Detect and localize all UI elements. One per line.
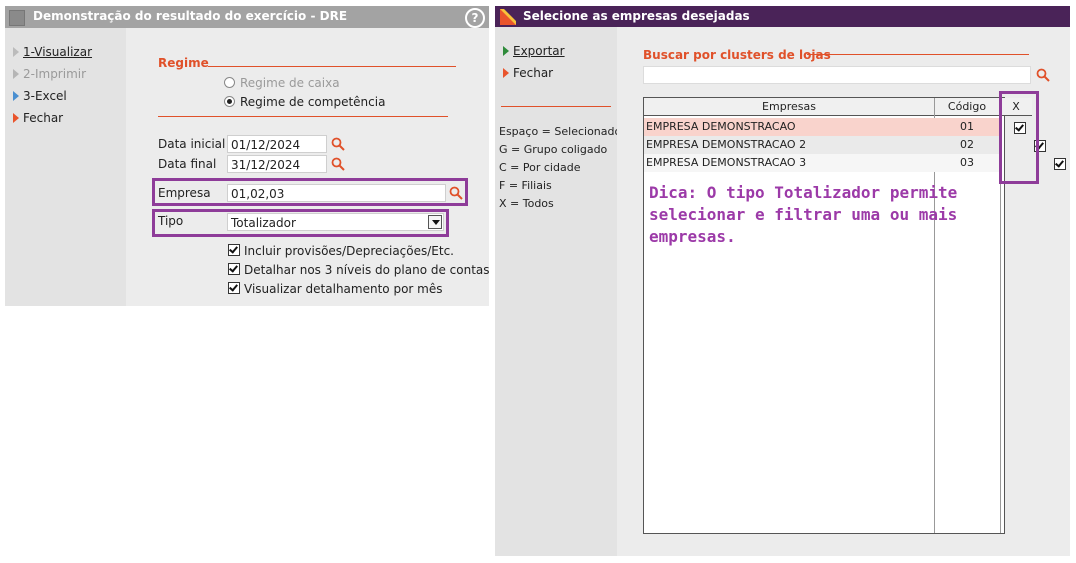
- empresas-window: Selecione as empresas desejadas Exportar…: [495, 6, 1070, 556]
- menu-imprimir[interactable]: 2-Imprimir: [13, 67, 86, 81]
- radio-icon: [224, 96, 235, 107]
- app-icon: [9, 10, 25, 26]
- tipo-select[interactable]: Totalizador: [227, 213, 444, 231]
- menu-visualizar[interactable]: 1-Visualizar: [13, 45, 92, 59]
- column-header-empresas[interactable]: Empresas: [644, 98, 934, 116]
- data-inicial-input[interactable]: 01/12/2024: [227, 135, 327, 153]
- x-column-highlight: [999, 91, 1039, 184]
- radio-regime-caixa[interactable]: Regime de caixa: [224, 76, 340, 90]
- help-icon[interactable]: ?: [465, 8, 485, 28]
- radio-icon: [224, 77, 235, 88]
- cluster-search-input[interactable]: [643, 66, 1031, 84]
- menu-excel[interactable]: 3-Excel: [13, 89, 67, 103]
- legend-item: C = Por cidade: [499, 161, 581, 174]
- data-inicial-label: Data inicial: [158, 137, 226, 151]
- sidebar-menu: Exportar Fechar Espaço = Selecionado G =…: [495, 27, 621, 556]
- checkbox-icon: [228, 244, 240, 256]
- divider: [807, 54, 1029, 55]
- dre-window: Demonstração do resultado do exercício -…: [5, 6, 490, 306]
- legend-item: Espaço = Selecionado: [499, 125, 622, 138]
- empresas-table: Empresas Código X EMPRESA DEMONSTRACAO 0…: [643, 97, 1066, 534]
- arrow-icon: [13, 69, 19, 79]
- empresa-cell: EMPRESA DEMONSTRACAO 2: [646, 138, 807, 151]
- table-row[interactable]: EMPRESA DEMONSTRACAO 3 03: [644, 154, 1000, 172]
- arrow-icon: [503, 46, 509, 56]
- column-header-codigo[interactable]: Código: [934, 98, 1000, 116]
- radio-regime-competencia[interactable]: Regime de competência: [224, 95, 385, 109]
- empresa-cell: EMPRESA DEMONSTRACAO 3: [646, 156, 807, 169]
- search-icon[interactable]: [448, 185, 464, 201]
- empresa-cell: EMPRESA DEMONSTRACAO: [646, 120, 796, 133]
- tip-text: Dica: O tipo Totalizador permite selecio…: [649, 183, 958, 246]
- arrow-icon: [13, 113, 19, 123]
- codigo-cell: 03: [960, 156, 974, 169]
- codigo-cell: 01: [960, 120, 974, 133]
- checkbox-icon: [228, 282, 240, 294]
- tipo-label: Tipo: [158, 214, 184, 228]
- divider: [158, 116, 448, 117]
- menu-exportar[interactable]: Exportar: [503, 44, 565, 58]
- data-final-input[interactable]: 31/12/2024: [227, 155, 327, 173]
- arrow-icon: [503, 68, 509, 78]
- search-icon[interactable]: [330, 136, 346, 152]
- checkbox-provisoes[interactable]: Incluir provisões/Depreciações/Etc.: [228, 244, 454, 258]
- app-logo-icon: [500, 9, 516, 25]
- checkbox-detalhar[interactable]: Detalhar nos 3 níveis do plano de contas: [228, 263, 490, 277]
- legend-item: G = Grupo coligado: [499, 143, 608, 156]
- form-content: Regime Regime de caixa Regime de competê…: [126, 28, 490, 306]
- table-row[interactable]: EMPRESA DEMONSTRACAO 01: [644, 118, 1000, 136]
- arrow-icon: [13, 91, 19, 101]
- checkbox-detalhamento-mes[interactable]: Visualizar detalhamento por mês: [228, 282, 442, 296]
- empresa-input[interactable]: 01,02,03: [227, 184, 446, 202]
- window-title: Selecione as empresas desejadas: [523, 9, 750, 23]
- legend-item: X = Todos: [499, 197, 554, 210]
- search-icon[interactable]: [330, 156, 346, 172]
- title-bar: Demonstração do resultado do exercício -…: [5, 6, 489, 28]
- data-final-label: Data final: [158, 157, 217, 171]
- chevron-down-icon[interactable]: [428, 215, 442, 229]
- row-checkbox[interactable]: [1053, 158, 1066, 170]
- table-row[interactable]: EMPRESA DEMONSTRACAO 2 02: [644, 136, 1000, 154]
- codigo-cell: 02: [960, 138, 974, 151]
- menu-fechar[interactable]: Fechar: [503, 66, 553, 80]
- menu-fechar[interactable]: Fechar: [13, 111, 63, 125]
- checkbox-icon: [228, 263, 240, 275]
- legend-item: F = Filiais: [499, 179, 552, 192]
- sidebar-menu: 1-Visualizar 2-Imprimir 3-Excel Fechar: [5, 28, 126, 306]
- search-icon[interactable]: [1035, 67, 1051, 83]
- arrow-icon: [13, 47, 19, 57]
- divider: [208, 66, 456, 67]
- empresa-label: Empresa: [158, 186, 211, 200]
- regime-title: Regime: [158, 56, 209, 70]
- title-bar: Selecione as empresas desejadas: [495, 6, 1070, 27]
- divider: [501, 106, 611, 107]
- search-title: Buscar por clusters de lojas: [643, 48, 831, 62]
- window-title: Demonstração do resultado do exercício -…: [33, 9, 348, 23]
